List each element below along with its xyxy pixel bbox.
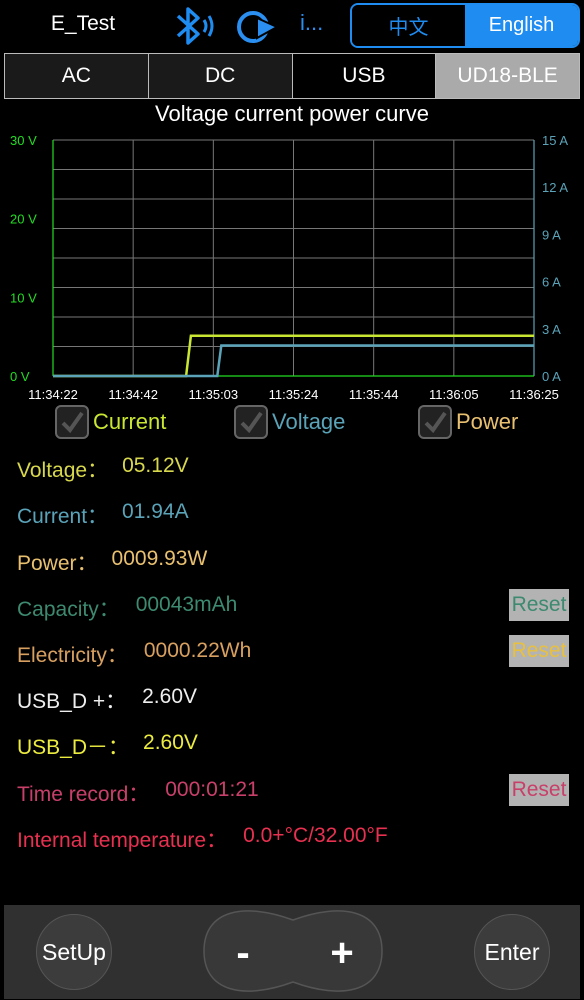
- setup-button[interactable]: SetUp: [36, 914, 112, 990]
- voltage-current-chart: 0 V 10 V 20 V 30 V 0 A 3 A 6 A 9 A 12 A 15 A 11:34…: [10, 133, 568, 402]
- app-name: E_Test: [50, 12, 116, 35]
- power-label: Power：: [17, 552, 98, 575]
- x-axis-tick-label: 11:35:24: [269, 387, 319, 402]
- tab-ud18-ble[interactable]: UD18-BLE: [436, 54, 579, 98]
- x-axis-tick-label: 11:36:05: [429, 387, 479, 402]
- left-axis-tick-label: 0 V: [10, 369, 30, 384]
- voltage-reading: Voltage： 05.12V: [17, 454, 189, 484]
- checkbox-icon[interactable]: [55, 405, 89, 439]
- x-axis-tick-label: 11:35:03: [189, 387, 239, 402]
- current-reading: Current： 01.94A: [17, 500, 189, 530]
- x-axis-tick-label: 11:34:42: [108, 387, 158, 402]
- tab-dc[interactable]: DC: [148, 54, 293, 98]
- right-axis-tick-label: 3 A: [542, 322, 561, 337]
- minus-button[interactable]: -: [226, 928, 260, 978]
- capacity-reset-button[interactable]: Reset: [509, 589, 569, 621]
- usb-dminus-value: 2.60V: [143, 731, 198, 754]
- language-toggle[interactable]: 中文 English: [350, 3, 580, 48]
- x-axis-tick-label: 11:35:44: [349, 387, 399, 402]
- tab-usb[interactable]: USB: [292, 54, 437, 98]
- time-record-reading: Time record： 000:01:21: [17, 778, 259, 808]
- electricity-reading: Electricity： 0000.22Wh: [17, 639, 251, 669]
- left-axis-tick-label: 30 V: [10, 133, 37, 148]
- voltage-toggle-label: Voltage: [272, 409, 346, 434]
- right-axis-tick-label: 15 A: [542, 133, 568, 148]
- electricity-label: Electricity：: [17, 644, 128, 667]
- checkbox-icon[interactable]: [418, 405, 452, 439]
- lang-chinese-button[interactable]: 中文: [352, 5, 465, 46]
- usb-dplus-reading: USB_D +： 2.60V: [17, 685, 197, 715]
- electricity-reset-button[interactable]: Reset: [509, 635, 569, 667]
- usb-dminus-reading: USB_D－： 2.60V: [17, 731, 198, 761]
- right-axis-tick-label: 12 A: [542, 180, 568, 195]
- refresh-icon[interactable]: [233, 8, 281, 51]
- bluetooth-icon[interactable]: [168, 6, 218, 51]
- current-label: Current：: [17, 505, 109, 528]
- current-value: 01.94A: [122, 500, 189, 523]
- power-value: 0009.93W: [111, 547, 208, 570]
- minus-plus-pad: [203, 910, 383, 992]
- x-axis-tick-label: 11:34:22: [28, 387, 78, 402]
- plus-button[interactable]: +: [324, 928, 360, 978]
- voltage-toggle[interactable]: Voltage: [234, 405, 345, 439]
- current-toggle[interactable]: Current: [55, 405, 166, 439]
- voltage-label: Voltage：: [17, 459, 109, 482]
- capacity-reading: Capacity： 00043mAh: [17, 593, 237, 623]
- left-axis-tick-label: 20 V: [10, 212, 37, 227]
- time-record-label: Time record：: [17, 783, 150, 806]
- time-reset-button[interactable]: Reset: [509, 774, 569, 806]
- right-axis-tick-label: 6 A: [542, 275, 561, 290]
- left-axis-tick-label: 10 V: [10, 290, 37, 305]
- power-toggle[interactable]: Power: [418, 405, 518, 439]
- lang-english-button[interactable]: English: [465, 5, 578, 46]
- right-axis-tick-label: 0 A: [542, 369, 561, 384]
- temperature-label: Internal temperature：: [17, 829, 228, 852]
- capacity-value: 00043mAh: [135, 593, 238, 616]
- time-record-value: 000:01:21: [165, 778, 259, 801]
- device-tabs: AC DC USB UD18-BLE: [4, 53, 580, 99]
- checkbox-icon[interactable]: [234, 405, 268, 439]
- voltage-value: 05.12V: [122, 454, 189, 477]
- current-toggle-label: Current: [93, 409, 167, 434]
- electricity-value: 0000.22Wh: [143, 639, 252, 662]
- power-reading: Power： 0009.93W: [17, 547, 207, 577]
- x-axis-tick-label: 11:36:25: [509, 387, 559, 402]
- more-menu[interactable]: i...: [300, 10, 323, 36]
- right-axis-tick-label: 9 A: [542, 227, 561, 242]
- temperature-value: 0.0+°C/32.00°F: [243, 824, 388, 847]
- usb-dplus-label: USB_D +：: [17, 690, 127, 713]
- power-toggle-label: Power: [456, 409, 519, 434]
- enter-button[interactable]: Enter: [474, 914, 550, 990]
- usb-dminus-label: USB_D－：: [17, 736, 130, 759]
- tab-ac[interactable]: AC: [5, 54, 149, 98]
- usb-dplus-value: 2.60V: [142, 685, 198, 708]
- temperature-reading: Internal temperature： 0.0+°C/32.00°F: [17, 824, 388, 854]
- capacity-label: Capacity：: [17, 598, 120, 621]
- chart-title: Voltage current power curve: [155, 101, 429, 126]
